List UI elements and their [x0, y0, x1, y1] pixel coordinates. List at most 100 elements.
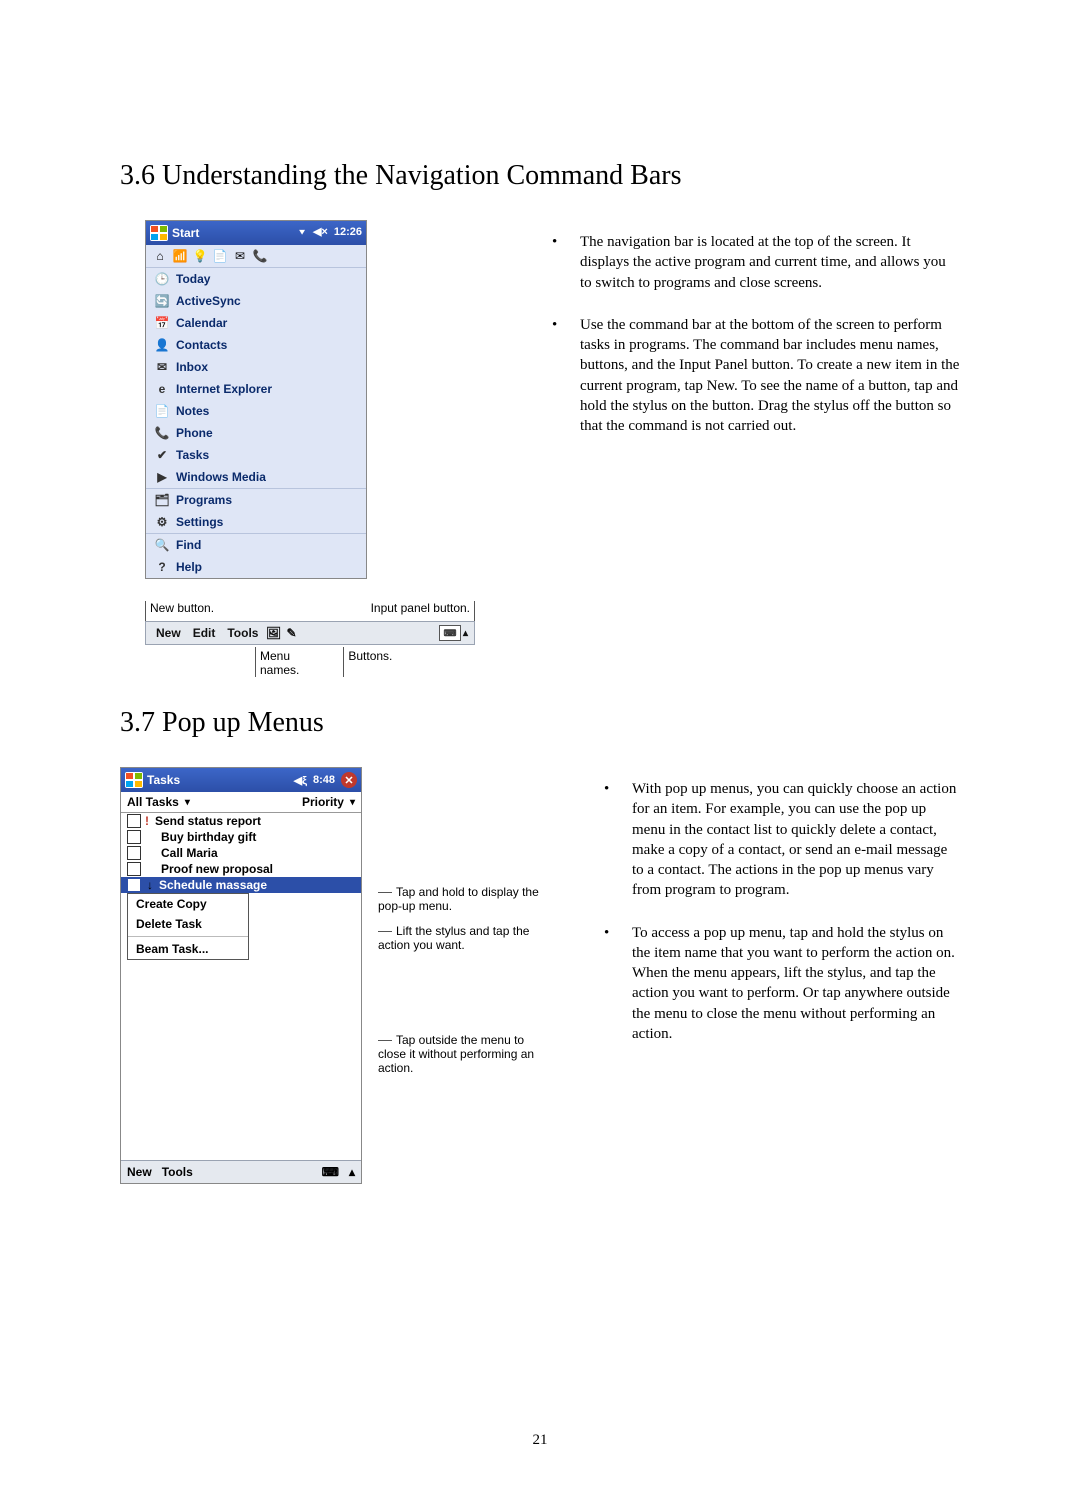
tray-icon[interactable]: 📄 — [212, 248, 228, 264]
task-label: Call Maria — [161, 846, 218, 860]
windows-flag-icon — [150, 225, 168, 241]
menu-item-contacts[interactable]: 👤Contacts — [146, 334, 366, 356]
phone-icon: 📞 — [154, 425, 170, 441]
menu-item-calendar[interactable]: 📅 Calendar — [146, 312, 366, 334]
bullet-text: To access a pop up menu, tap and hold th… — [592, 923, 960, 1045]
menu-item-phone[interactable]: 📞Phone — [146, 422, 366, 444]
cmd-tools[interactable]: Tools — [221, 626, 264, 640]
popup-menu: Create Copy Delete Task Beam Task... — [127, 893, 249, 960]
calendar-icon: 📅 — [154, 315, 170, 331]
callout-menu-names: Menu names. — [255, 647, 303, 677]
toolbar-button-icon[interactable]: ✎ — [282, 626, 300, 640]
tray-icon[interactable]: 📶 — [172, 248, 188, 264]
menu-label: Inbox — [176, 360, 208, 374]
media-icon: ▶ — [154, 469, 170, 485]
filter-all-tasks[interactable]: All Tasks — [127, 795, 190, 809]
figure-annotations: Tap and hold to display the pop-up menu.… — [372, 767, 552, 1086]
find-icon: 🔍 — [154, 537, 170, 553]
nav-time[interactable]: 12:26 — [334, 226, 362, 239]
nav-bar: Start ◀× 12:26 — [146, 221, 366, 245]
notes-icon: 📄 — [154, 403, 170, 419]
popup-item-beam-task[interactable]: Beam Task... — [128, 939, 248, 959]
cmd-new[interactable]: New — [127, 1165, 152, 1179]
popup-separator — [128, 936, 248, 937]
menu-item-settings[interactable]: ⚙Settings — [146, 511, 366, 533]
task-label: Proof new proposal — [161, 862, 273, 876]
task-row-selected[interactable]: ↓ Schedule massage — [121, 877, 361, 893]
cmd-edit[interactable]: Edit — [187, 626, 222, 640]
cmd-tools[interactable]: Tools — [162, 1165, 193, 1179]
input-panel-caret-icon[interactable]: ▴ — [461, 628, 470, 639]
menu-label: Notes — [176, 404, 209, 418]
bullet-text: Use the command bar at the bottom of the… — [540, 315, 960, 437]
menu-label: Tasks — [176, 448, 209, 462]
input-panel-caret-icon[interactable]: ▴ — [349, 1165, 355, 1179]
checkbox-icon[interactable] — [127, 814, 141, 828]
speaker-icon[interactable]: ◀ξ — [294, 774, 307, 787]
menu-item-ie[interactable]: eInternet Explorer — [146, 378, 366, 400]
task-row[interactable]: Call Maria — [121, 845, 361, 861]
nav-time[interactable]: 8:48 — [313, 774, 335, 786]
bullet-text: With pop up menus, you can quickly choos… — [592, 779, 960, 901]
menu-item-find[interactable]: 🔍Find — [146, 534, 366, 556]
toolbar-button-icon[interactable]: 🖼 — [264, 626, 282, 640]
tray-row: ⌂ 📶 💡 📄 ✉ 📞 — [146, 245, 366, 268]
menu-item-notes[interactable]: 📄 Notes — [146, 400, 366, 422]
settings-icon: ⚙ — [154, 514, 170, 530]
callout-input-panel: Input panel button. — [367, 601, 475, 621]
popup-item-delete-task[interactable]: Delete Task — [128, 914, 248, 934]
signal-icon[interactable] — [297, 226, 307, 239]
annotation: Lift the stylus and tap the action you w… — [372, 924, 552, 953]
nav-bar: Tasks ◀ξ 8:48 ✕ — [121, 768, 361, 792]
speaker-icon[interactable]: ◀× — [313, 226, 328, 239]
menu-label: Today — [176, 272, 210, 286]
task-row[interactable]: Proof new proposal — [121, 861, 361, 877]
contacts-icon: 👤 — [154, 337, 170, 353]
menu-item-media[interactable]: ▶ Windows Media — [146, 466, 366, 488]
menu-item-inbox[interactable]: ✉Inbox — [146, 356, 366, 378]
tray-icon[interactable]: 📞 — [252, 248, 268, 264]
annotation: Tap outside the menu to close it without… — [372, 1033, 552, 1076]
nav-title[interactable]: Tasks — [147, 773, 180, 787]
command-bar-figure: New button. Input panel button. New Edit… — [145, 601, 475, 677]
tasks-empty-area[interactable] — [121, 960, 361, 1160]
heading-3-6: 3.6 Understanding the Navigation Command… — [120, 160, 960, 192]
priority-low-icon: ↓ — [147, 878, 153, 892]
task-label: Send status report — [155, 814, 261, 828]
task-label: Buy birthday gift — [161, 830, 256, 844]
menu-item-help[interactable]: ?Help — [146, 556, 366, 578]
callout-buttons: Buttons. — [343, 647, 396, 677]
start-menu-screenshot: Start ◀× 12:26 ⌂ 📶 💡 📄 ✉ 📞 — [145, 220, 367, 579]
annotation: Tap and hold to display the pop-up menu. — [372, 885, 552, 914]
task-row[interactable]: ! Send status report — [121, 813, 361, 829]
nav-title[interactable]: Start — [172, 226, 199, 240]
tray-icon[interactable]: ⌂ — [152, 248, 168, 264]
checkbox-icon[interactable] — [127, 878, 141, 892]
menu-item-programs[interactable]: 🗂Programs — [146, 489, 366, 511]
task-row[interactable]: Buy birthday gift — [121, 829, 361, 845]
menu-label: Internet Explorer — [176, 382, 272, 396]
popup-item-create-copy[interactable]: Create Copy — [128, 894, 248, 914]
input-panel-button[interactable]: ⌨ — [439, 625, 461, 641]
menu-item-today[interactable]: 🕒Today — [146, 268, 366, 290]
checkbox-icon[interactable] — [127, 846, 141, 860]
heading-3-7: 3.7 Pop up Menus — [120, 707, 960, 739]
filter-row: All Tasks Priority — [121, 792, 361, 813]
menu-label: Windows Media — [176, 470, 266, 484]
help-icon: ? — [154, 559, 170, 575]
tray-icon[interactable]: ✉ — [232, 248, 248, 264]
menu-item-activesync[interactable]: 🔄ActiveSync — [146, 290, 366, 312]
close-icon[interactable]: ✕ — [341, 772, 357, 788]
windows-flag-icon — [125, 772, 143, 788]
tasks-popup-screenshot: Tasks ◀ξ 8:48 ✕ All Tasks Priority — [120, 767, 362, 1184]
task-label: Schedule massage — [159, 878, 267, 892]
checkbox-icon[interactable] — [127, 862, 141, 876]
checkbox-icon[interactable] — [127, 830, 141, 844]
menu-label: Calendar — [176, 316, 227, 330]
tray-icon[interactable]: 💡 — [192, 248, 208, 264]
cmd-new[interactable]: New — [150, 626, 187, 640]
menu-item-tasks[interactable]: ✔ Tasks — [146, 444, 366, 466]
tasks-icon: ✔ — [154, 447, 170, 463]
input-panel-button[interactable]: ⌨ — [322, 1165, 339, 1179]
filter-priority[interactable]: Priority — [302, 795, 355, 809]
